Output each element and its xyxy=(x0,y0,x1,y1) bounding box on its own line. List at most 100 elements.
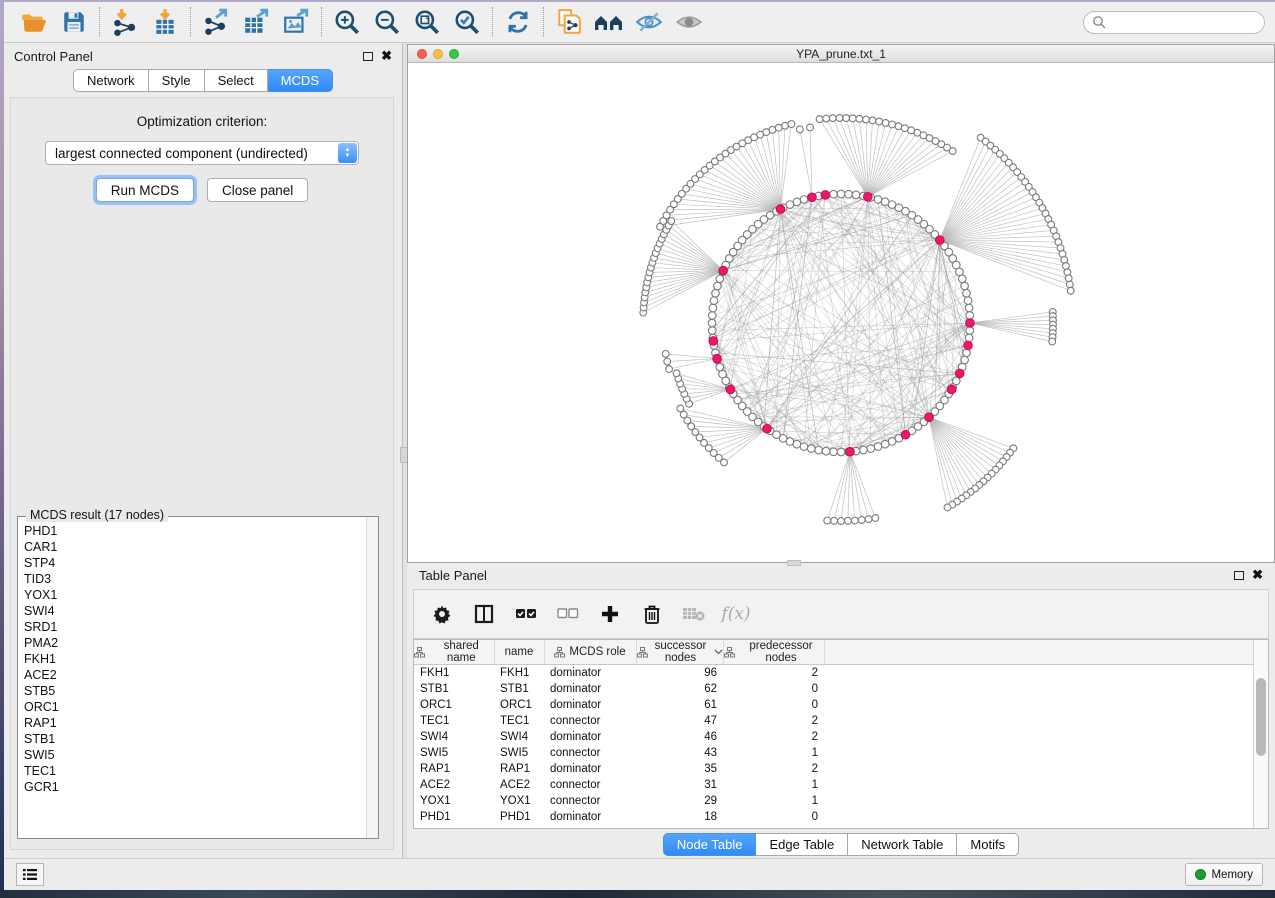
clone-network-icon[interactable] xyxy=(549,5,589,39)
mcds-result-box: MCDS result (17 nodes) PHD1CAR1STP4TID3Y… xyxy=(17,516,379,839)
tab-style[interactable]: Style xyxy=(149,69,205,92)
select-all-icon[interactable] xyxy=(512,599,540,629)
close-panel-icon[interactable]: ✖ xyxy=(381,51,392,61)
cell-role: connector xyxy=(544,777,636,793)
mcds-result-item[interactable]: FKH1 xyxy=(24,651,360,667)
table-tab-edge-table[interactable]: Edge Table xyxy=(756,833,848,856)
table-row[interactable]: ORC1ORC1dominator610 xyxy=(414,697,1254,713)
result-scrollbar[interactable] xyxy=(366,517,378,838)
open-session-icon[interactable] xyxy=(14,5,54,39)
zoom-selected-icon[interactable] xyxy=(447,5,487,39)
column-header-MCDS-role[interactable]: MCDS role xyxy=(544,640,636,665)
mcds-result-item[interactable]: STB5 xyxy=(24,683,360,699)
column-header-shared-name[interactable]: shared name xyxy=(414,640,494,665)
table-toolbar: f(x) xyxy=(413,589,1269,639)
table-panel-title: Table Panel xyxy=(419,568,487,583)
cell-role: dominator xyxy=(544,665,636,681)
table-row[interactable]: SWI4SWI4dominator462 xyxy=(414,729,1254,745)
import-network-icon[interactable] xyxy=(105,5,145,39)
cell-name: ORC1 xyxy=(494,697,544,713)
control-panel-title: Control Panel xyxy=(14,49,93,64)
table-tab-node-table[interactable]: Node Table xyxy=(663,833,757,856)
zoom-out-icon[interactable] xyxy=(367,5,407,39)
mcds-result-item[interactable]: PMA2 xyxy=(24,635,360,651)
cell-shared_name: STB1 xyxy=(414,681,494,697)
column-header-predecessor-nodes[interactable]: predecessor nodes xyxy=(723,640,824,665)
show-columns-icon[interactable] xyxy=(470,599,498,629)
cell-successors: 61 xyxy=(636,697,723,713)
float-table-panel-icon[interactable] xyxy=(1234,571,1244,580)
toolbar-separator xyxy=(543,7,544,37)
cell-shared_name: TEC1 xyxy=(414,713,494,729)
memory-button[interactable]: Memory xyxy=(1185,863,1263,886)
mcds-result-item[interactable]: TID3 xyxy=(24,571,360,587)
table-row[interactable]: YOX1YOX1connector291 xyxy=(414,793,1254,809)
zoom-fit-icon[interactable] xyxy=(407,5,447,39)
table-tab-network-table[interactable]: Network Table xyxy=(848,833,957,856)
tab-select[interactable]: Select xyxy=(205,69,268,92)
mcds-result-item[interactable]: STP4 xyxy=(24,555,360,571)
cell-shared_name: ACE2 xyxy=(414,777,494,793)
show-all-icon[interactable] xyxy=(669,5,709,39)
search-input[interactable] xyxy=(1106,15,1246,29)
table-row[interactable]: TEC1TEC1connector472 xyxy=(414,713,1254,729)
mcds-result-item[interactable]: TEC1 xyxy=(24,763,360,779)
column-header-name[interactable]: name xyxy=(494,640,544,665)
tab-network[interactable]: Network xyxy=(73,69,149,92)
apply-layout-icon[interactable] xyxy=(498,5,538,39)
close-table-panel-icon[interactable]: ✖ xyxy=(1252,570,1263,580)
zoom-in-icon[interactable] xyxy=(327,5,367,39)
mcds-result-item[interactable]: ORC1 xyxy=(24,699,360,715)
mcds-result-item[interactable]: RAP1 xyxy=(24,715,360,731)
deselect-all-icon[interactable] xyxy=(554,599,582,629)
cell-predecessors: 1 xyxy=(723,745,824,761)
network-canvas[interactable] xyxy=(408,63,1274,562)
task-history-button[interactable] xyxy=(16,863,44,886)
float-panel-icon[interactable] xyxy=(363,52,373,61)
table-row[interactable]: PHD1PHD1dominator180 xyxy=(414,809,1254,825)
close-panel-button[interactable]: Close panel xyxy=(207,178,308,202)
mcds-result-item[interactable]: PHD1 xyxy=(24,523,360,539)
table-row[interactable]: ACE2ACE2connector311 xyxy=(414,777,1254,793)
table-row[interactable]: SWI5SWI5connector431 xyxy=(414,745,1254,761)
table-row[interactable]: RAP1RAP1dominator352 xyxy=(414,761,1254,777)
import-table-icon[interactable] xyxy=(145,5,185,39)
table-scrollbar-thumb[interactable] xyxy=(1256,678,1266,756)
run-mcds-button[interactable]: Run MCDS xyxy=(96,178,194,202)
mcds-result-item[interactable]: SWI4 xyxy=(24,603,360,619)
network-title: YPA_prune.txt_1 xyxy=(796,47,886,61)
mcds-result-list[interactable]: PHD1CAR1STP4TID3YOX1SWI4SRD1PMA2FKH1ACE2… xyxy=(18,521,366,838)
network-titlebar[interactable]: YPA_prune.txt_1 xyxy=(408,45,1274,63)
maximize-window-icon[interactable] xyxy=(449,49,459,59)
mcds-result-item[interactable]: SRD1 xyxy=(24,619,360,635)
delete-column-icon[interactable] xyxy=(638,599,666,629)
column-header-successor-nodes[interactable]: successor nodes xyxy=(636,640,723,665)
mcds-result-item[interactable]: CAR1 xyxy=(24,539,360,555)
table-row[interactable]: STB1STB1dominator620 xyxy=(414,681,1254,697)
export-image-icon[interactable] xyxy=(276,5,316,39)
table-row[interactable]: FKH1FKH1dominator962 xyxy=(414,665,1254,681)
table-tab-motifs[interactable]: Motifs xyxy=(957,833,1019,856)
horizontal-splitter-grip[interactable] xyxy=(787,560,801,566)
mcds-result-item[interactable]: ACE2 xyxy=(24,667,360,683)
export-table-icon[interactable] xyxy=(236,5,276,39)
cell-successors: 47 xyxy=(636,713,723,729)
first-neighbors-icon[interactable] xyxy=(589,5,629,39)
mcds-result-item[interactable]: STB1 xyxy=(24,731,360,747)
add-column-icon[interactable] xyxy=(596,599,624,629)
minimize-window-icon[interactable] xyxy=(433,49,443,59)
mcds-result-item[interactable]: SWI5 xyxy=(24,747,360,763)
mcds-result-item[interactable]: GCR1 xyxy=(24,779,360,795)
optimization-criterion-select[interactable]: largest connected component (undirected)… xyxy=(45,141,359,165)
export-network-icon[interactable] xyxy=(196,5,236,39)
hide-selected-icon[interactable] xyxy=(629,5,669,39)
cell-role: dominator xyxy=(544,729,636,745)
tab-mcds[interactable]: MCDS xyxy=(268,69,333,92)
table-options-icon[interactable] xyxy=(428,599,456,629)
table-scrollbar[interactable] xyxy=(1253,640,1268,828)
mcds-result-title: MCDS result (17 nodes) xyxy=(26,508,168,522)
cell-successors: 43 xyxy=(636,745,723,761)
mcds-result-item[interactable]: YOX1 xyxy=(24,587,360,603)
close-window-icon[interactable] xyxy=(417,49,427,59)
save-session-icon[interactable] xyxy=(54,5,94,39)
